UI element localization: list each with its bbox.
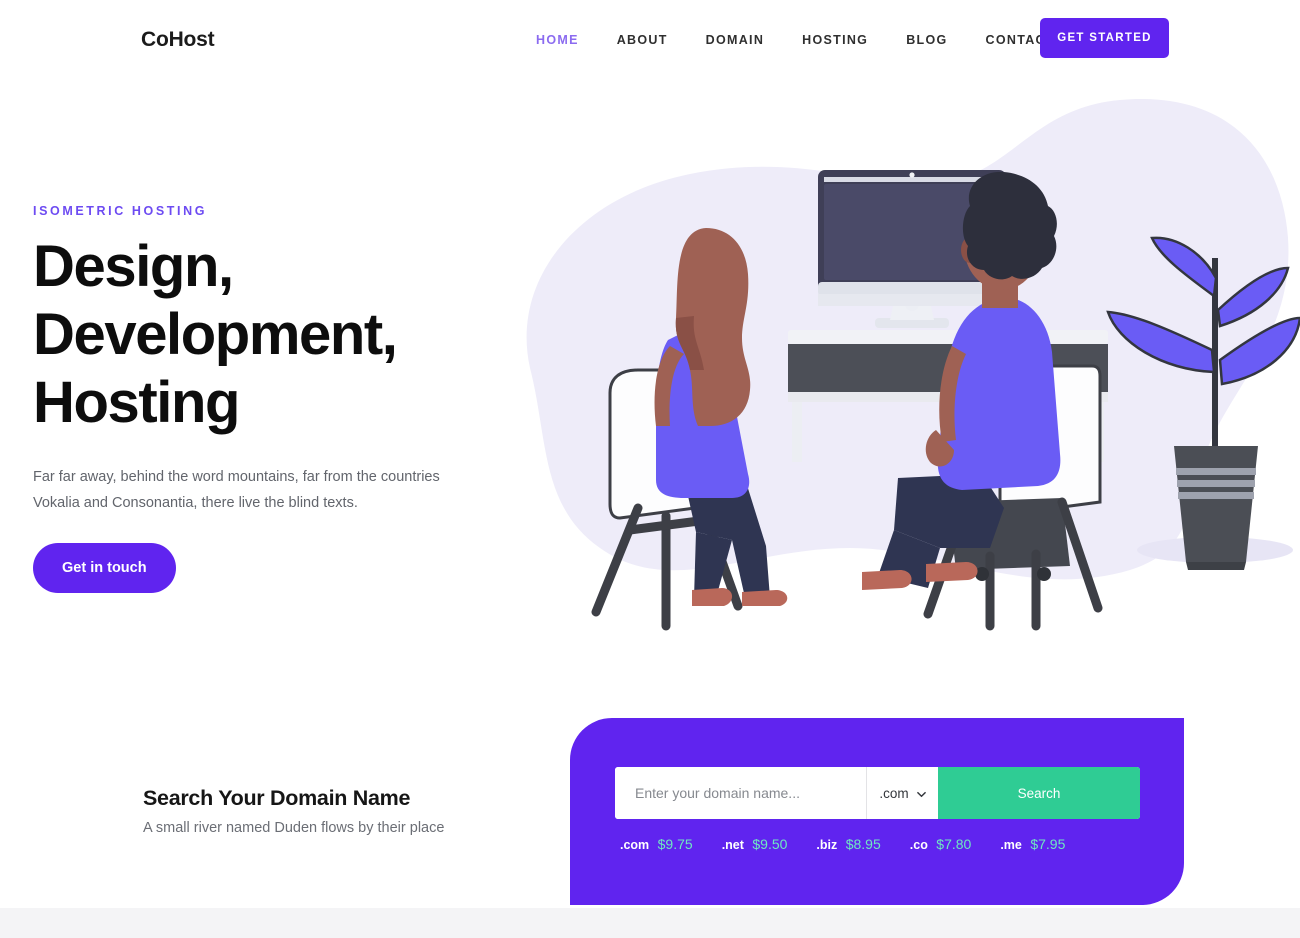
man-foot-back (926, 562, 978, 582)
plant-pot-base (1186, 562, 1246, 570)
get-started-button[interactable]: GET STARTED (1040, 18, 1169, 58)
domain-search-subheading: A small river named Duden flows by their… (143, 820, 445, 836)
domain-search-button[interactable]: Search (938, 767, 1140, 819)
domain-price-list: .com $9.75 .net $9.50 .biz $8.95 .co $7.… (620, 836, 1094, 854)
monitor-camera-dot (909, 172, 915, 178)
plant-pot-stripe-3 (1178, 492, 1254, 499)
chair-right-wheel-2 (1037, 567, 1051, 581)
price-item: .biz $8.95 (816, 836, 880, 854)
price-value: $7.95 (1030, 836, 1066, 852)
price-item: .me $7.95 (1000, 836, 1065, 854)
domain-search-section: Search Your Domain Name A small river na… (0, 718, 1300, 908)
hero-title: Design, Development, Hosting (33, 233, 453, 437)
price-item: .net $9.50 (722, 836, 788, 854)
man-foot-front (862, 570, 912, 590)
price-tld: .biz (816, 838, 838, 852)
monitor-screen-topbar (824, 177, 1000, 182)
nav-item-domain[interactable]: DOMAIN (687, 30, 784, 50)
plant-pot-stripe-1 (1176, 468, 1256, 475)
price-tld: .net (721, 838, 744, 852)
price-value: $9.75 (657, 836, 693, 852)
domain-search-input[interactable] (615, 767, 866, 819)
woman-foot-back (692, 588, 733, 606)
site-header: CoHost HOME ABOUT DOMAIN HOSTING BLOG CO… (0, 0, 1300, 78)
domain-search-heading: Search Your Domain Name (143, 786, 411, 810)
monitor-chin (818, 282, 1006, 296)
hero-eyebrow: ISOMETRIC HOSTING (33, 204, 208, 218)
hero-title-line-1: Design, (33, 234, 234, 299)
domain-search-copy: Search Your Domain Name A small river na… (143, 786, 543, 836)
tld-select-value: .com (879, 785, 909, 801)
workspace-illustration-svg (526, 98, 1300, 631)
site-logo[interactable]: CoHost (141, 28, 215, 52)
nav-item-hosting[interactable]: HOSTING (783, 30, 887, 50)
domain-search-form: .com Search (615, 767, 1140, 819)
tld-select[interactable]: .com (866, 767, 938, 819)
domain-search-card: .com Search .com $9.75 .net $9.50 .biz $… (570, 718, 1184, 905)
hero-section: ISOMETRIC HOSTING Design, Development, H… (0, 78, 1300, 678)
price-tld: .me (1000, 838, 1022, 852)
hero-title-line-2: Development, (33, 302, 398, 367)
get-in-touch-button[interactable]: Get in touch (33, 543, 176, 593)
hero-illustration (470, 78, 1300, 648)
nav-item-home[interactable]: HOME (536, 30, 598, 50)
chevron-down-icon (916, 787, 926, 797)
price-value: $7.80 (936, 836, 972, 852)
nav-item-about[interactable]: ABOUT (598, 30, 687, 50)
price-value: $9.50 (752, 836, 788, 852)
price-value: $8.95 (845, 836, 881, 852)
main-navigation: HOME ABOUT DOMAIN HOSTING BLOG CONTACT (536, 30, 1074, 50)
woman-foot-front (742, 590, 788, 606)
price-item: .co $7.80 (910, 836, 972, 854)
monitor-chin-lower (818, 294, 1006, 306)
hero-copy: ISOMETRIC HOSTING Design, Development, H… (33, 204, 453, 593)
nav-item-blog[interactable]: BLOG (887, 30, 966, 50)
plant-pot (1174, 446, 1258, 562)
price-tld: .com (620, 838, 650, 852)
price-tld: .co (909, 838, 928, 852)
desk-leg-left (792, 402, 802, 462)
price-item: .com $9.75 (620, 836, 693, 854)
hero-title-line-3: Hosting (33, 370, 240, 435)
next-section-strip (0, 908, 1300, 938)
desk-top (788, 330, 1108, 344)
plant-pot-stripe-2 (1177, 480, 1255, 487)
hero-description: Far far away, behind the word mountains,… (33, 469, 440, 511)
